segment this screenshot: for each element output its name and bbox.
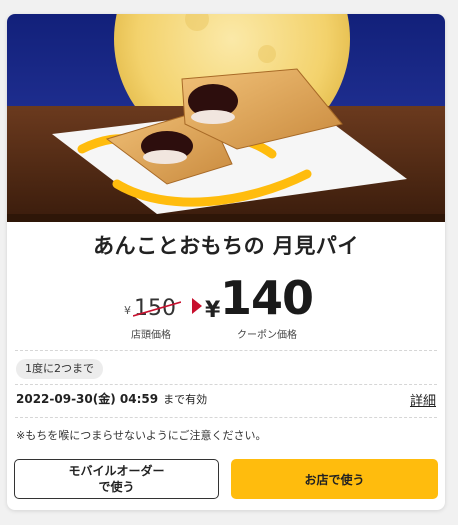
original-price-label: 店頭価格 (131, 330, 171, 341)
strikethrough-line (133, 301, 181, 317)
coupon-card: あんことおもちの 月見パイ ¥ 150 ¥ 140 店頭価格 クーポン価格 1度… (7, 14, 445, 510)
divider (15, 417, 437, 418)
divider (15, 384, 437, 385)
coupon-price-yen-symbol: ¥ (205, 298, 221, 323)
detail-link[interactable]: 詳細 (410, 390, 436, 409)
price-arrow-icon (192, 298, 202, 314)
price-area: ¥ 150 ¥ 140 店頭価格 クーポン価格 (7, 272, 445, 342)
coupon-price-label: クーポン価格 (237, 330, 297, 341)
coupon-price: 140 (220, 271, 314, 325)
product-title: あんことおもちの 月見パイ (93, 234, 359, 258)
mobile-order-button[interactable]: モバイルオーダー で使う (14, 459, 219, 499)
expiry-info: 2022-09-30(金) 04:59 まで有効 (16, 390, 207, 407)
limit-badge: 1度に2つまで (16, 359, 103, 379)
original-price-yen-symbol: ¥ (124, 304, 131, 317)
divider (15, 350, 437, 351)
expiry-suffix: まで有効 (163, 393, 208, 406)
product-image (7, 14, 445, 222)
use-in-store-button[interactable]: お店で使う (231, 459, 438, 499)
mobile-order-button-label: モバイルオーダー で使う (68, 464, 165, 494)
expiry-date: 2022-09-30(金) 04:59 (16, 392, 159, 406)
notice-text: ※もちを喉につまらせないようにご注意ください。 (16, 429, 267, 442)
